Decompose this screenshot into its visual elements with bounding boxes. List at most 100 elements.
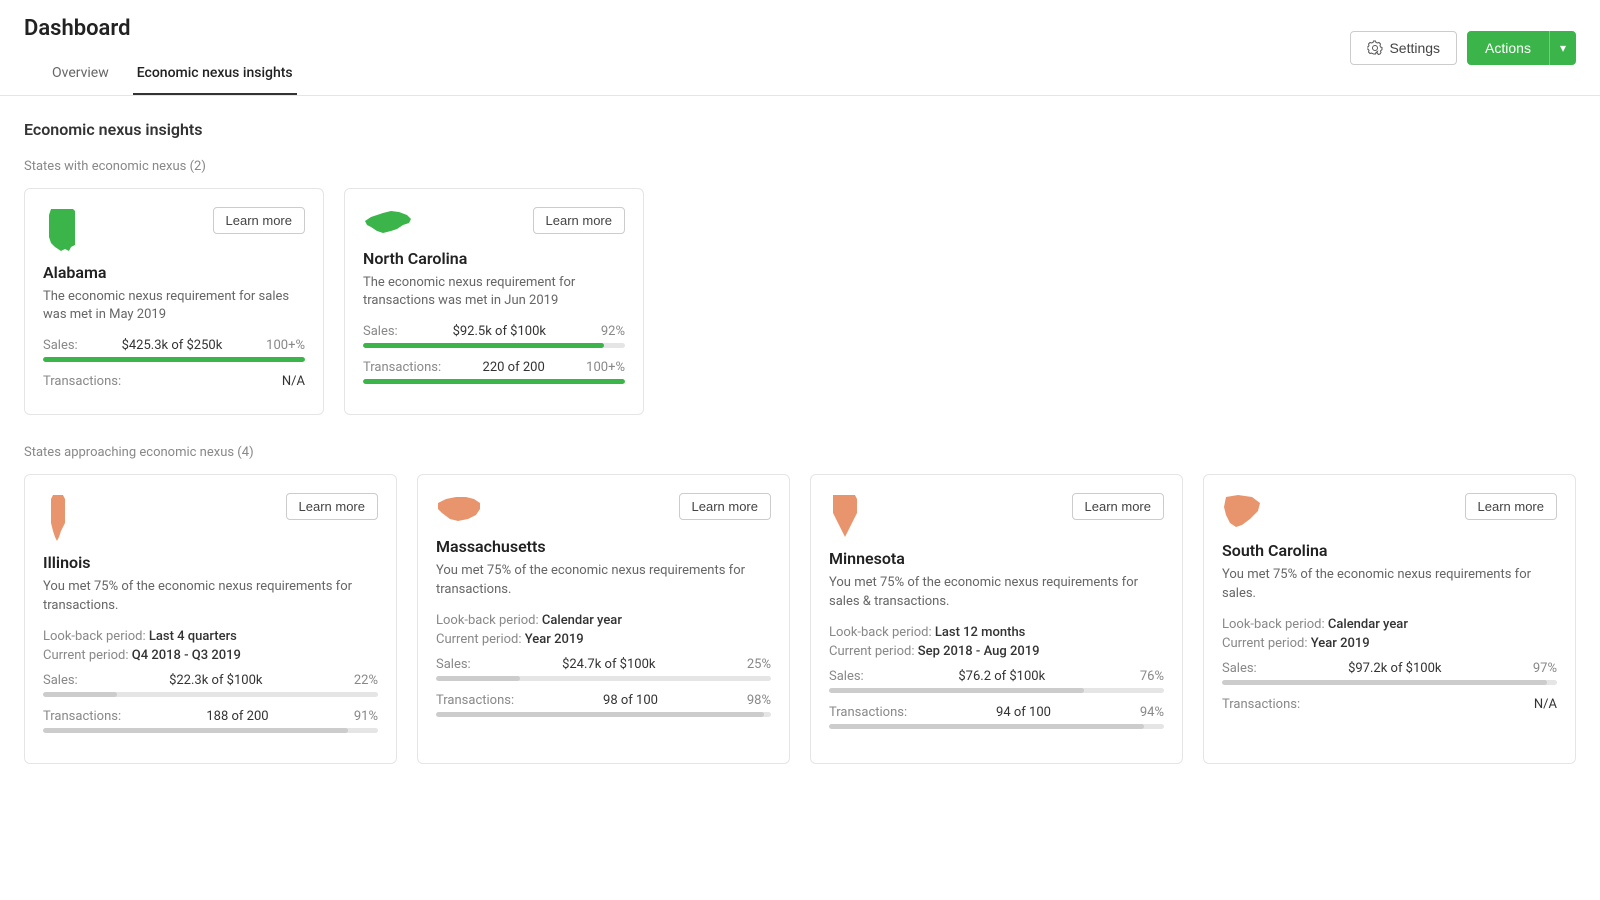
transactions-value-nc: 220 of 200 xyxy=(483,360,545,375)
transactions-progress-fill-illinois xyxy=(43,728,348,733)
nexus-states-title: States with economic nexus (2) xyxy=(24,159,1576,174)
card-header-alabama: Learn more xyxy=(43,207,305,251)
gear-icon xyxy=(1367,40,1383,56)
transactions-progress-fill-minnesota xyxy=(829,724,1144,729)
transactions-pct-nc: 100+% xyxy=(586,360,625,375)
tab-economic-nexus-insights[interactable]: Economic nexus insights xyxy=(133,53,297,95)
page-title: Dashboard xyxy=(24,16,341,41)
header-right: Settings Actions ▾ xyxy=(1350,31,1576,81)
card-header-minnesota: Learn more xyxy=(829,493,1164,537)
chevron-down-icon: ▾ xyxy=(1560,41,1566,55)
card-header-nc: Learn more xyxy=(363,207,625,237)
description-minnesota: You met 75% of the economic nexus requir… xyxy=(829,574,1164,610)
state-name-minnesota: Minnesota xyxy=(829,549,1164,568)
tab-overview[interactable]: Overview xyxy=(48,53,113,95)
section-title: Economic nexus insights xyxy=(24,120,1576,139)
transactions-row-alabama: Transactions: N/A xyxy=(43,374,305,389)
transactions-row-illinois: Transactions: 188 of 200 91% xyxy=(43,709,378,724)
illinois-icon xyxy=(43,493,73,541)
sales-value-alabama: $425.3k of $250k xyxy=(122,338,223,353)
sales-pct-alabama: 100+% xyxy=(266,338,305,353)
massachusetts-icon xyxy=(436,493,482,525)
sales-progress-fill-nc xyxy=(363,343,604,348)
approaching-states-grid: Learn more Illinois You met 75% of the e… xyxy=(24,474,1576,763)
card-massachusetts: Learn more Massachusetts You met 75% of … xyxy=(417,474,790,763)
sales-progress-nc xyxy=(363,343,625,348)
transactions-progress-minnesota xyxy=(829,724,1164,729)
actions-button[interactable]: Actions xyxy=(1467,31,1549,65)
transactions-row-massachusetts: Transactions: 98 of 100 98% xyxy=(436,693,771,708)
south-carolina-icon xyxy=(1222,493,1262,529)
card-south-carolina: Learn more South Carolina You met 75% of… xyxy=(1203,474,1576,763)
lookback-row-minnesota: Look-back period: Last 12 months xyxy=(829,625,1164,640)
description-massachusetts: You met 75% of the economic nexus requir… xyxy=(436,562,771,598)
learn-more-button-minnesota[interactable]: Learn more xyxy=(1072,493,1164,520)
lookback-row-south-carolina: Look-back period: Calendar year xyxy=(1222,617,1557,632)
state-name-nc: North Carolina xyxy=(363,249,625,268)
state-name-south-carolina: South Carolina xyxy=(1222,541,1557,560)
description-nc: The economic nexus requirement for trans… xyxy=(363,274,625,310)
sales-row-massachusetts: Sales: $24.7k of $100k 25% xyxy=(436,657,771,672)
transactions-row-south-carolina: Transactions: N/A xyxy=(1222,697,1557,712)
card-header-south-carolina: Learn more xyxy=(1222,493,1557,529)
state-name-massachusetts: Massachusetts xyxy=(436,537,771,556)
transactions-label-nc: Transactions: xyxy=(363,360,441,375)
settings-label: Settings xyxy=(1389,40,1440,56)
learn-more-button-nc[interactable]: Learn more xyxy=(533,207,625,234)
card-minnesota: Learn more Minnesota You met 75% of the … xyxy=(810,474,1183,763)
learn-more-button-alabama[interactable]: Learn more xyxy=(213,207,305,234)
transactions-progress-fill-massachusetts xyxy=(436,712,764,717)
lookback-row-illinois: Look-back period: Last 4 quarters xyxy=(43,629,378,644)
current-period-row-minnesota: Current period: Sep 2018 - Aug 2019 xyxy=(829,644,1164,659)
sales-row-alabama: Sales: $425.3k of $250k 100+% xyxy=(43,338,305,353)
transactions-value-alabama: N/A xyxy=(282,374,305,389)
sales-progress-fill-alabama xyxy=(43,357,305,362)
sales-progress-minnesota xyxy=(829,688,1164,693)
sales-progress-massachusetts xyxy=(436,676,771,681)
sales-label-alabama: Sales: xyxy=(43,338,78,353)
state-name-alabama: Alabama xyxy=(43,263,305,282)
lookback-row-massachusetts: Look-back period: Calendar year xyxy=(436,613,771,628)
transactions-progress-illinois xyxy=(43,728,378,733)
north-carolina-icon xyxy=(363,207,413,237)
current-period-row-illinois: Current period: Q4 2018 - Q3 2019 xyxy=(43,648,378,663)
transactions-progress-massachusetts xyxy=(436,712,771,717)
sales-value-nc: $92.5k of $100k xyxy=(453,324,546,339)
card-north-carolina: Learn more North Carolina The economic n… xyxy=(344,188,644,415)
tab-bar: Overview Economic nexus insights xyxy=(24,53,341,95)
sales-row-minnesota: Sales: $76.2 of $100k 76% xyxy=(829,669,1164,684)
actions-dropdown-button[interactable]: ▾ xyxy=(1549,31,1576,65)
sales-progress-fill-minnesota xyxy=(829,688,1084,693)
header: Dashboard Overview Economic nexus insigh… xyxy=(0,0,1600,96)
actions-button-group: Actions ▾ xyxy=(1467,31,1576,65)
minnesota-icon xyxy=(829,493,861,537)
card-alabama: Learn more Alabama The economic nexus re… xyxy=(24,188,324,415)
sales-progress-south-carolina xyxy=(1222,680,1557,685)
transactions-label-alabama: Transactions: xyxy=(43,374,121,389)
sales-row-illinois: Sales: $22.3k of $100k 22% xyxy=(43,673,378,688)
state-name-illinois: Illinois xyxy=(43,553,378,572)
transactions-row-minnesota: Transactions: 94 of 100 94% xyxy=(829,705,1164,720)
description-alabama: The economic nexus requirement for sales… xyxy=(43,288,305,324)
description-illinois: You met 75% of the economic nexus requir… xyxy=(43,578,378,614)
learn-more-button-massachusetts[interactable]: Learn more xyxy=(679,493,771,520)
learn-more-button-south-carolina[interactable]: Learn more xyxy=(1465,493,1557,520)
sales-progress-fill-massachusetts xyxy=(436,676,520,681)
card-header-illinois: Learn more xyxy=(43,493,378,541)
transactions-progress-fill-nc xyxy=(363,379,625,384)
description-south-carolina: You met 75% of the economic nexus requir… xyxy=(1222,566,1557,602)
header-left: Dashboard Overview Economic nexus insigh… xyxy=(24,16,341,95)
settings-button[interactable]: Settings xyxy=(1350,31,1457,65)
approaching-states-title: States approaching economic nexus (4) xyxy=(24,445,1576,460)
sales-progress-fill-south-carolina xyxy=(1222,680,1547,685)
current-period-row-massachusetts: Current period: Year 2019 xyxy=(436,632,771,647)
sales-label-nc: Sales: xyxy=(363,324,398,339)
sales-progress-fill-illinois xyxy=(43,692,117,697)
learn-more-button-illinois[interactable]: Learn more xyxy=(286,493,378,520)
sales-pct-nc: 92% xyxy=(601,324,625,339)
card-illinois: Learn more Illinois You met 75% of the e… xyxy=(24,474,397,763)
main-content: Economic nexus insights States with econ… xyxy=(0,96,1600,818)
current-period-row-south-carolina: Current period: Year 2019 xyxy=(1222,636,1557,651)
sales-row-south-carolina: Sales: $97.2k of $100k 97% xyxy=(1222,661,1557,676)
sales-progress-illinois xyxy=(43,692,378,697)
